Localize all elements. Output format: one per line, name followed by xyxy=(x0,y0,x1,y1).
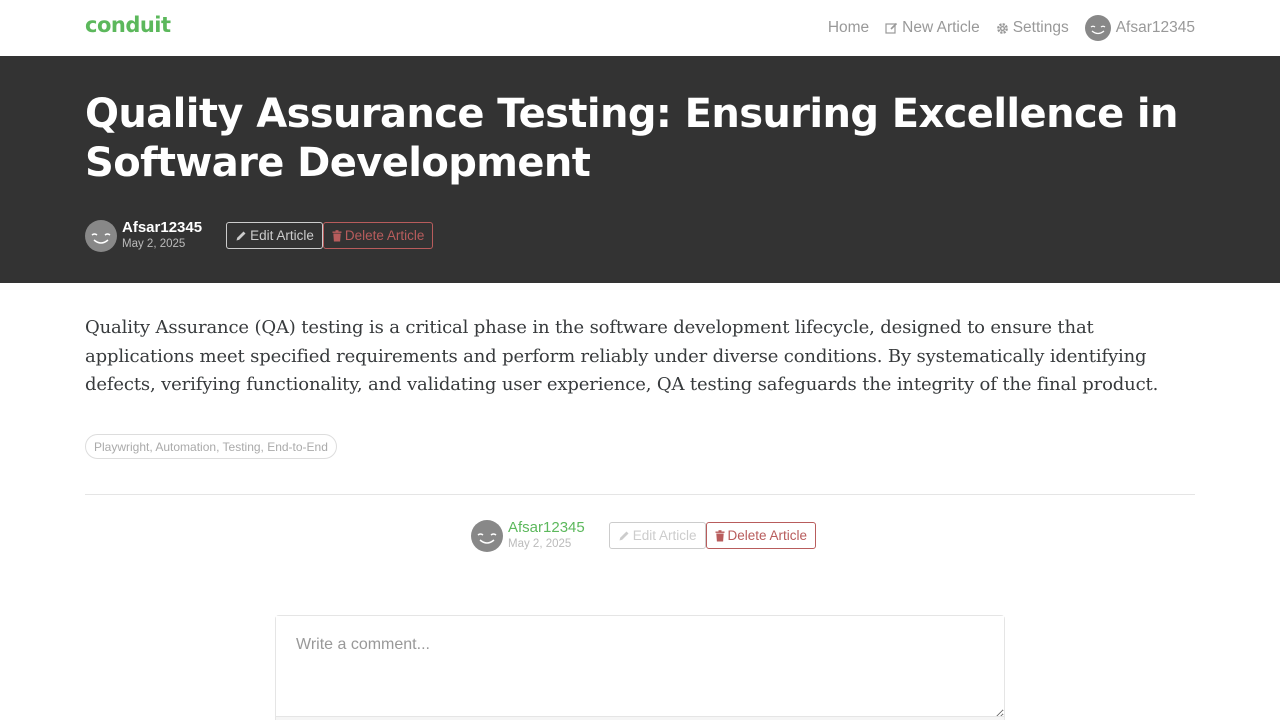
comment-form-footer xyxy=(276,716,1004,720)
nav-profile-label: Afsar12345 xyxy=(1115,19,1195,36)
nav-home[interactable]: Home xyxy=(828,19,869,37)
article-body: Quality Assurance (QA) testing is a crit… xyxy=(85,317,1159,396)
delete-article-label: Delete Article xyxy=(344,228,425,243)
author-info: Afsar12345 May 2, 2025 xyxy=(122,219,202,252)
avatar xyxy=(1084,15,1111,41)
article-date: May 2, 2025 xyxy=(508,538,572,550)
article-title: Quality Assurance Testing: Ensuring Exce… xyxy=(85,91,1179,186)
nav-new-article-label: New Article xyxy=(902,19,980,36)
divider xyxy=(85,494,1195,495)
author-avatar[interactable] xyxy=(85,219,117,252)
edit-article-label: Edit Article xyxy=(632,528,697,543)
trash-icon xyxy=(715,529,725,542)
navbar: conduit Home New Article Settings Afsar1… xyxy=(0,0,1280,56)
gear-icon xyxy=(996,22,1009,35)
nav-new-article[interactable]: New Article xyxy=(885,19,980,37)
article-date: May 2, 2025 xyxy=(122,238,186,250)
article-actions: Afsar12345 May 2, 2025 Edit Article Dele… xyxy=(471,519,817,552)
brand-logo[interactable]: conduit xyxy=(85,13,171,37)
pencil-icon xyxy=(618,530,630,542)
author-link[interactable]: Afsar12345 xyxy=(122,219,202,236)
nav-menu: Home New Article Settings Afsar12345 xyxy=(812,15,1195,41)
author-avatar[interactable] xyxy=(471,519,503,552)
comment-input[interactable] xyxy=(276,616,1004,718)
edit-article-button[interactable]: Edit Article xyxy=(226,222,323,249)
article-meta: Afsar12345 May 2, 2025 Edit Article Dele… xyxy=(85,219,434,252)
delete-article-label: Delete Article xyxy=(727,528,808,543)
nav-home-label: Home xyxy=(827,19,870,36)
article-banner: Quality Assurance Testing: Ensuring Exce… xyxy=(0,56,1280,283)
nav-settings[interactable]: Settings xyxy=(996,19,1069,37)
delete-article-button[interactable]: Delete Article xyxy=(322,222,434,249)
pencil-icon xyxy=(235,230,247,242)
edit-article-button[interactable]: Edit Article xyxy=(608,522,706,549)
tag-pill: Playwright, Automation, Testing, End-to-… xyxy=(85,434,337,459)
edit-icon xyxy=(885,22,898,35)
trash-icon xyxy=(332,229,342,242)
comment-form xyxy=(275,615,1005,720)
nav-settings-label: Settings xyxy=(1012,19,1069,36)
delete-article-button[interactable]: Delete Article xyxy=(705,522,817,549)
author-link[interactable]: Afsar12345 xyxy=(508,519,585,536)
edit-article-label: Edit Article xyxy=(250,228,314,243)
author-info: Afsar12345 May 2, 2025 xyxy=(508,519,585,552)
nav-profile[interactable]: Afsar12345 xyxy=(1084,15,1195,41)
